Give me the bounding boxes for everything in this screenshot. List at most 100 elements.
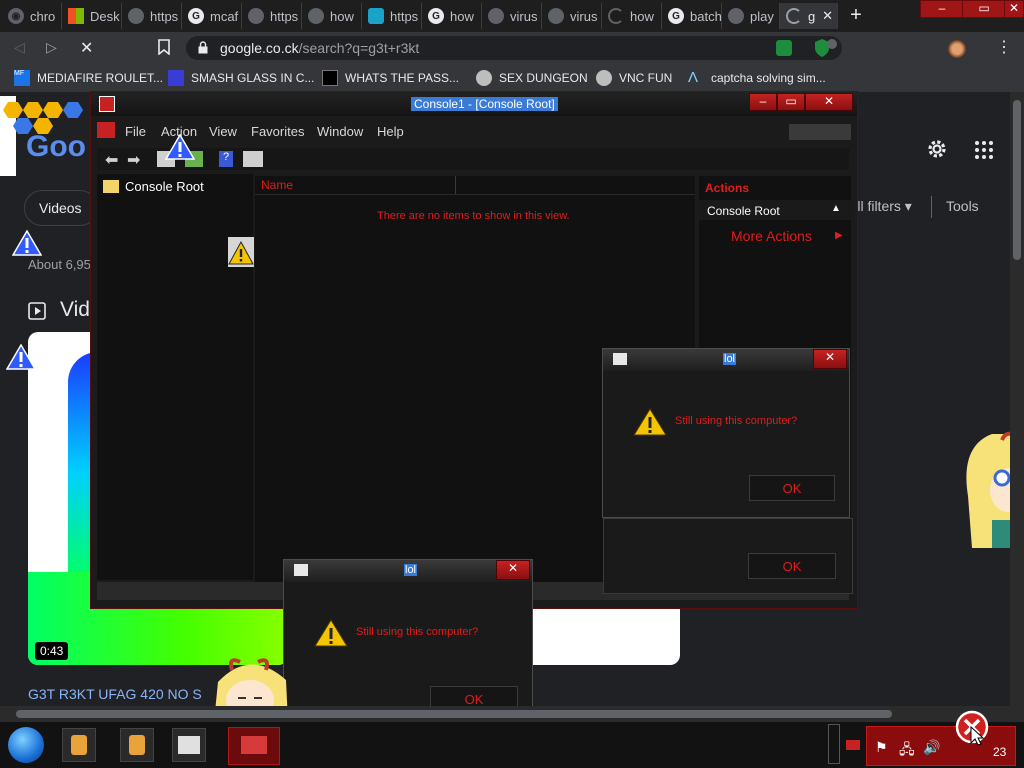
bookmark-icon[interactable]	[158, 39, 170, 55]
forward-icon[interactable]: ▷	[46, 39, 57, 56]
maximize-button[interactable]: ▭	[962, 0, 1006, 18]
folder-icon	[103, 180, 119, 193]
browser-tab[interactable]: Ghow	[422, 3, 482, 29]
menu-help[interactable]: Help	[377, 124, 404, 139]
menu-view[interactable]: View	[209, 124, 237, 139]
tree-item-console-root[interactable]: Console Root	[125, 179, 204, 194]
bookmark-item[interactable]: Λcaptcha solving sim...	[688, 70, 826, 86]
dialog-title-bar[interactable]: lol ✕	[284, 560, 532, 582]
ok-button[interactable]: OK	[749, 475, 835, 501]
globe-icon	[248, 8, 264, 24]
browser-tab[interactable]: virus	[482, 3, 542, 29]
mmc-maximize-button[interactable]: ▭	[777, 93, 805, 111]
mmc-close-button[interactable]: ✕	[805, 93, 853, 111]
child-window-controls[interactable]	[789, 124, 851, 140]
volume-icon[interactable]: 🔊	[923, 739, 940, 756]
captcha-icon: Λ	[688, 69, 699, 86]
mmc-minimize-button[interactable]: –	[749, 93, 777, 111]
more-actions-link[interactable]: More Actions	[731, 228, 812, 244]
browser-tab[interactable]: how	[302, 3, 362, 29]
bookmark-item[interactable]: SEX DUNGEON	[476, 70, 588, 86]
bookmark-item[interactable]: VNC FUN	[596, 70, 672, 86]
dialog-close-button[interactable]: ✕	[813, 349, 847, 369]
globe-icon	[308, 8, 324, 24]
system-tray: ⚑ 🖧 🔊 23	[866, 726, 1016, 766]
browser-tab[interactable]: https	[362, 3, 422, 29]
browser-tab[interactable]: Gbatch	[662, 3, 722, 29]
browser-tab-active[interactable]: g ✕	[780, 3, 838, 29]
extension-icon[interactable]	[776, 40, 792, 56]
apps-grid-icon[interactable]	[974, 140, 994, 160]
divider	[931, 196, 932, 218]
menu-file[interactable]: File	[125, 124, 146, 139]
bookmark-favicon-icon	[476, 70, 492, 86]
menu-kebab-icon[interactable]: ⋮	[996, 40, 1012, 56]
flag-icon[interactable]: ⚑	[875, 739, 888, 756]
mmc-title-bar[interactable]: Console1 - [Console Root] – ▭ ✕	[91, 92, 857, 116]
address-bar[interactable]: google.co.ck/search?q=g3t+r3kt	[186, 36, 842, 60]
browser-tab[interactable]: virus	[542, 3, 602, 29]
java-taskbar-icon[interactable]	[120, 728, 154, 762]
clock[interactable]: 23	[993, 745, 1006, 759]
tree-pane: Console Root	[97, 174, 253, 580]
browser-tab[interactable]: ◉ chro	[2, 3, 62, 29]
chip-videos[interactable]: Videos	[24, 190, 98, 226]
dialog-close-button[interactable]: ✕	[496, 560, 530, 580]
warning-icon[interactable]	[6, 344, 36, 370]
forward-arrow-icon[interactable]: ➡	[127, 150, 140, 170]
video-section-icon	[28, 302, 46, 320]
mmc-taskbar-icon[interactable]	[172, 728, 206, 762]
scrollbar-thumb[interactable]	[1013, 100, 1021, 260]
menu-favorites[interactable]: Favorites	[251, 124, 304, 139]
actions-section[interactable]: Console Root ▲	[699, 200, 851, 220]
close-window-button[interactable]: ✕	[1004, 0, 1024, 18]
ok-button[interactable]: OK	[748, 553, 836, 579]
browser-tab[interactable]: play	[722, 3, 780, 29]
shield-extension-icon[interactable]	[814, 38, 838, 58]
warning-icon[interactable]	[165, 134, 195, 160]
browser-tab[interactable]: https	[242, 3, 302, 29]
google-logo[interactable]: Goo	[26, 130, 86, 164]
back-icon[interactable]: ◁	[14, 39, 25, 56]
still-using-dialog: lol ✕ Still using this computer? OK	[602, 348, 850, 518]
bookmark-item[interactable]: SMASH GLASS IN C...	[168, 70, 314, 86]
browser-tab[interactable]: how	[602, 3, 662, 29]
network-icon[interactable]: 🖧	[899, 739, 915, 763]
globe-icon	[728, 8, 744, 24]
vertical-scrollbar[interactable]	[1010, 92, 1024, 706]
result-title-link[interactable]: G3T R3KT UFAG 420 NO S	[28, 686, 202, 702]
avatar[interactable]	[948, 40, 966, 58]
scrollbar-thumb[interactable]	[16, 710, 892, 718]
back-arrow-icon[interactable]: ⬅	[105, 150, 118, 170]
toolbox-taskbar-icon[interactable]	[228, 727, 280, 765]
dialog-message: Still using this computer?	[675, 415, 798, 427]
column-header-name[interactable]: Name	[261, 178, 293, 192]
close-tab-icon[interactable]: ✕	[822, 8, 833, 24]
tools-button[interactable]: Tools	[946, 198, 979, 214]
dialog-title-bar[interactable]: lol ✕	[603, 349, 849, 371]
windows-icon	[68, 8, 84, 24]
warning-icon[interactable]	[228, 237, 254, 267]
new-tab-button[interactable]: +	[845, 5, 867, 27]
browser-tab[interactable]: Desk	[62, 3, 122, 29]
start-button[interactable]	[8, 727, 44, 763]
video-duration: 0:43	[35, 642, 69, 660]
menu-window[interactable]: Window	[317, 124, 363, 139]
globe-icon	[128, 8, 144, 24]
java-taskbar-icon[interactable]	[62, 728, 96, 762]
warning-icon[interactable]	[12, 230, 42, 256]
browser-tab[interactable]: Gmcaf	[182, 3, 242, 29]
bookmark-item[interactable]: WHATS THE PASS...	[322, 70, 459, 86]
bookmark-item[interactable]: MF MEDIAFIRE ROULET...	[14, 70, 163, 86]
actions-header: Actions	[705, 181, 750, 195]
empty-list-message: There are no items to show in this view.	[377, 210, 570, 222]
minimize-button[interactable]: –	[920, 0, 964, 18]
show-hide-action-pane-icon[interactable]	[243, 151, 263, 167]
collapse-icon[interactable]: ▲	[831, 203, 841, 214]
settings-icon[interactable]	[926, 138, 948, 160]
stop-icon[interactable]: ✕	[80, 38, 93, 58]
help-icon[interactable]: ?	[219, 151, 233, 167]
browser-tab[interactable]: https	[122, 3, 182, 29]
horizontal-scrollbar[interactable]	[0, 706, 1024, 722]
tray-arrow-icon[interactable]	[846, 740, 860, 750]
